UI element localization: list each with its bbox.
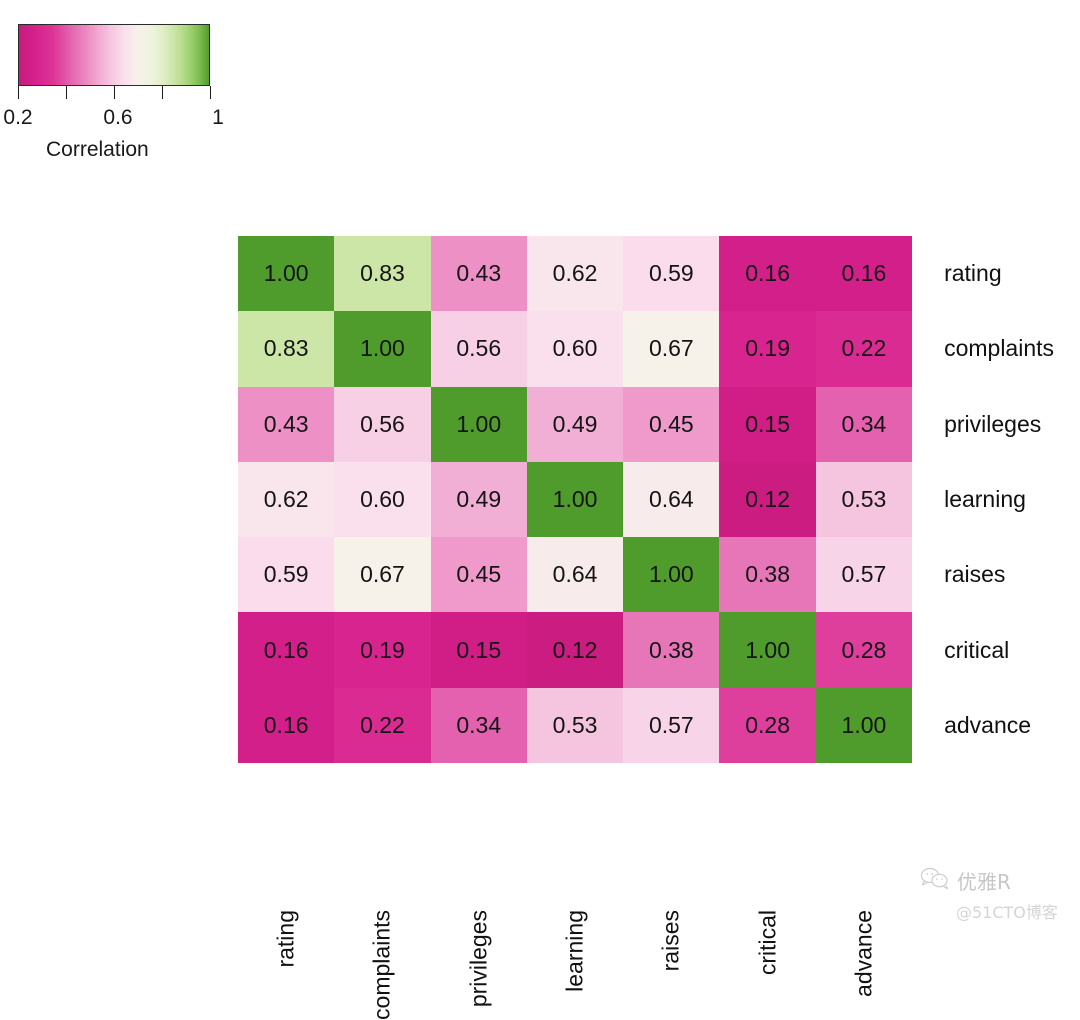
heatmap-cell-complaints-privileges[interactable]: 0.56: [430, 311, 527, 387]
colorbar-tick-1: [65, 86, 67, 99]
heatmap-cell-critical-raises[interactable]: 0.38: [623, 612, 720, 688]
heatmap-cell-advance-raises[interactable]: 0.57: [623, 687, 720, 764]
heatmap-cell-complaints-raises[interactable]: 0.67: [623, 311, 720, 387]
colorbar-gradient: [18, 24, 210, 86]
heatmap-cell-learning-privileges[interactable]: 0.49: [430, 461, 527, 538]
heatmap-col-label-rating: rating: [272, 910, 299, 968]
heatmap-cell-learning-critical[interactable]: 0.12: [719, 461, 816, 538]
heatmap-cell-learning-raises[interactable]: 0.64: [623, 461, 720, 538]
heatmap-cell-advance-critical[interactable]: 0.28: [719, 687, 816, 764]
heatmap-row-label-critical: critical: [944, 636, 1010, 663]
heatmap-cell-advance-rating[interactable]: 0.16: [238, 687, 335, 764]
heatmap-cell-complaints-complaints[interactable]: 1.00: [334, 311, 431, 387]
heatmap-cell-raises-rating[interactable]: 0.59: [238, 537, 335, 613]
watermark: 优雅R @51CTO博客: [920, 866, 1070, 923]
watermark-brand: 优雅R: [957, 870, 1011, 894]
heatmap-cell-privileges-complaints[interactable]: 0.56: [334, 386, 431, 462]
heatmap-cell-complaints-advance[interactable]: 0.22: [815, 311, 913, 387]
heatmap-cell-raises-raises[interactable]: 1.00: [623, 537, 720, 613]
heatmap-cell-learning-learning[interactable]: 1.00: [526, 461, 624, 538]
heatmap-row-label-complaints: complaints: [944, 335, 1055, 362]
colorbar-legend: 0.2 0.6 1 Correlation: [3, 24, 224, 162]
heatmap-cell-critical-complaints[interactable]: 0.19: [334, 612, 431, 688]
heatmap-row: 0.16 0.22 0.34 0.53 0.57 0.28 1.00 advance: [238, 687, 1055, 764]
heatmap-cell-advance-complaints[interactable]: 0.22: [334, 687, 431, 764]
heatmap-col-label-critical: critical: [754, 910, 781, 976]
heatmap-cell-complaints-critical[interactable]: 0.19: [719, 311, 816, 387]
heatmap-row: 0.43 0.56 1.00 0.49 0.45 0.15 0.34 privileges: [238, 386, 1055, 462]
heatmap-cell-advance-learning[interactable]: 0.53: [526, 687, 624, 764]
heatmap-cell-rating-complaints[interactable]: 0.83: [334, 236, 431, 312]
heatmap-row-label-rating: rating: [944, 260, 1002, 287]
heatmap-row: 0.59 0.67 0.45 0.64 1.00 0.38 0.57 raises: [238, 537, 1055, 613]
heatmap-cell-complaints-rating[interactable]: 0.83: [238, 311, 335, 387]
heatmap-col-label-advance: advance: [850, 910, 877, 997]
heatmap-col-label-learning: learning: [561, 910, 588, 992]
heatmap-cell-raises-advance[interactable]: 0.57: [815, 537, 913, 613]
heatmap-cell-raises-privileges[interactable]: 0.45: [430, 537, 527, 613]
colorbar-tick-label-2: 0.6: [103, 106, 133, 129]
colorbar-tick-label-4: 1: [212, 106, 224, 129]
heatmap-cell-raises-complaints[interactable]: 0.67: [334, 537, 431, 613]
watermark-header: 优雅R: [920, 866, 1070, 895]
heatmap-cell-critical-privileges[interactable]: 0.15: [430, 612, 527, 688]
heatmap-row: 1.00 0.83 0.43 0.62 0.59 0.16 0.16 rating: [238, 236, 1055, 312]
colorbar-tick-labels: 0.2 0.6 1: [3, 106, 223, 132]
colorbar-tick-0: [17, 86, 19, 99]
heatmap-cell-privileges-advance[interactable]: 0.34: [815, 386, 913, 462]
heatmap-row-label-privileges: privileges: [944, 410, 1042, 437]
heatmap-cell-learning-rating[interactable]: 0.62: [238, 461, 335, 538]
heatmap-cell-raises-critical[interactable]: 0.38: [719, 537, 816, 613]
heatmap-row: 0.83 1.00 0.56 0.60 0.67 0.19 0.22 complaints: [238, 311, 1055, 387]
colorbar-axis: [17, 86, 211, 104]
heatmap-col-label-privileges: privileges: [465, 910, 492, 1008]
heatmap-cell-learning-advance[interactable]: 0.53: [815, 461, 913, 538]
heatmap-cell-critical-learning[interactable]: 0.12: [526, 612, 624, 688]
heatmap-cell-privileges-privileges[interactable]: 1.00: [430, 386, 527, 462]
heatmap-cell-critical-advance[interactable]: 0.28: [815, 612, 913, 688]
heatmap-cell-privileges-critical[interactable]: 0.15: [719, 386, 816, 462]
heatmap-col-label-raises: raises: [657, 910, 684, 972]
heatmap-row-label-advance: advance: [944, 711, 1032, 738]
heatmap-cell-advance-privileges[interactable]: 0.34: [430, 687, 527, 764]
colorbar-tick-3: [161, 86, 163, 99]
colorbar-tick-2: [113, 86, 115, 99]
heatmap-matrix: 1.00 0.83 0.43 0.62 0.59 0.16 0.16 rating 0.83 1.…: [238, 236, 1055, 764]
heatmap-cell-raises-learning[interactable]: 0.64: [526, 537, 624, 613]
heatmap-cell-complaints-learning[interactable]: 0.60: [526, 311, 624, 387]
heatmap-cell-rating-rating[interactable]: 1.00: [238, 236, 335, 312]
heatmap-cell-rating-critical[interactable]: 0.16: [719, 236, 816, 312]
wechat-icon: [920, 866, 950, 895]
correlation-heatmap: 1.00 0.83 0.43 0.62 0.59 0.16 0.16 rating 0.83 1.…: [238, 236, 1055, 764]
heatmap-cell-critical-rating[interactable]: 0.16: [238, 612, 335, 688]
heatmap-row-label-learning: learning: [944, 486, 1026, 513]
heatmap-cell-advance-advance[interactable]: 1.00: [815, 687, 913, 764]
watermark-source: @51CTO博客: [956, 903, 1058, 922]
heatmap-cell-rating-advance[interactable]: 0.16: [815, 236, 913, 312]
heatmap-row: 0.62 0.60 0.49 1.00 0.64 0.12 0.53 learning: [238, 461, 1055, 538]
heatmap-cell-rating-raises[interactable]: 0.59: [623, 236, 720, 312]
colorbar-title: Correlation: [46, 138, 149, 161]
heatmap-column-labels: rating complaints privileges learning raises…: [238, 770, 912, 1020]
colorbar-tick-label-0: 0.2: [3, 106, 33, 129]
heatmap-cell-rating-learning[interactable]: 0.62: [526, 236, 624, 312]
heatmap-body: 1.00 0.83 0.43 0.62 0.59 0.16 0.16 rating 0.83 1.…: [238, 236, 1055, 764]
heatmap-cell-privileges-raises[interactable]: 0.45: [623, 386, 720, 462]
heatmap-cell-privileges-learning[interactable]: 0.49: [526, 386, 624, 462]
heatmap-cell-learning-complaints[interactable]: 0.60: [334, 461, 431, 538]
colorbar-tick-4: [209, 86, 211, 99]
heatmap-row: 0.16 0.19 0.15 0.12 0.38 1.00 0.28 critical: [238, 612, 1055, 688]
heatmap-cell-critical-critical[interactable]: 1.00: [719, 612, 816, 688]
heatmap-col-label-complaints: complaints: [368, 910, 395, 1020]
heatmap-cell-privileges-rating[interactable]: 0.43: [238, 386, 335, 462]
heatmap-cell-rating-privileges[interactable]: 0.43: [430, 236, 527, 312]
heatmap-row-label-raises: raises: [944, 561, 1006, 588]
